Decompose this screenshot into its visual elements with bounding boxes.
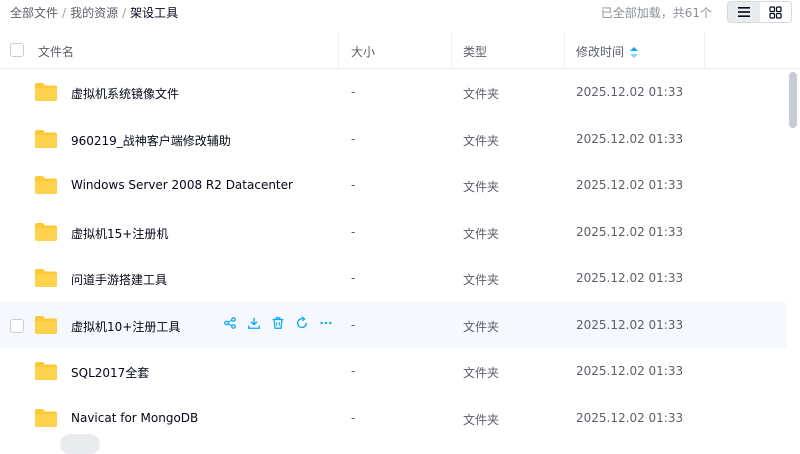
table-row[interactable]: 虚拟机系统镜像文件 - 文件夹 2025.12.02 01:33: [0, 69, 786, 116]
header-name[interactable]: 文件名: [38, 43, 74, 60]
folder-icon: [34, 315, 58, 335]
file-name[interactable]: 问道手游搭建工具: [71, 271, 167, 288]
file-size: -: [351, 85, 356, 99]
header-type[interactable]: 类型: [463, 43, 487, 60]
file-mtime: 2025.12.02 01:33: [576, 317, 684, 332]
file-name[interactable]: SQL2017全套: [71, 364, 149, 381]
file-mtime: 2025.12.02 01:33: [576, 410, 684, 425]
table-row[interactable]: Navicat for MongoDB - 文件夹 2025.12.02 01:33: [0, 395, 786, 442]
file-size: -: [351, 317, 356, 332]
column-divider[interactable]: [704, 32, 705, 68]
more-button[interactable]: [318, 317, 334, 333]
folder-icon: [34, 222, 58, 242]
file-size: -: [351, 178, 356, 192]
top-bar: 全部文件 / 我的资源 / 架设工具 已全部加载，共61个: [0, 0, 800, 24]
folder-icon: [34, 361, 58, 381]
file-mtime: 2025.12.02 01:33: [576, 85, 684, 99]
list-view-icon: [737, 7, 750, 17]
folder-icon: [34, 175, 58, 195]
file-mtime: 2025.12.02 01:33: [576, 224, 684, 239]
header-mtime[interactable]: 修改时间: [576, 43, 639, 60]
table-row[interactable]: SQL2017全套 - 文件夹 2025.12.02 01:33: [0, 348, 786, 395]
folder-icon: [34, 408, 58, 428]
sync-button[interactable]: [294, 316, 310, 333]
breadcrumb: 全部文件 / 我的资源 / 架设工具: [10, 4, 178, 21]
file-type: 文件夹: [463, 87, 500, 101]
file-name[interactable]: 虚拟机系统镜像文件: [71, 85, 179, 102]
file-size: -: [351, 271, 356, 285]
folder-icon: [34, 129, 58, 149]
loaded-status: 已全部加载，共61个: [600, 6, 712, 20]
file-mtime: 2025.12.02 01:33: [576, 271, 684, 285]
folder-icon: [34, 82, 58, 102]
breadcrumb-separator: /: [122, 6, 127, 20]
file-type: 文件夹: [463, 180, 500, 194]
file-list: 虚拟机系统镜像文件 - 文件夹 2025.12.02 01:33 960219_战神客户…: [0, 69, 786, 441]
table-row[interactable]: Windows Server 2008 R2 Datacenter - 文件夹 202…: [0, 162, 786, 209]
file-type: 文件夹: [463, 366, 500, 380]
file-name[interactable]: Navicat for MongoDB: [71, 411, 198, 425]
grid-view-icon: [769, 5, 782, 19]
floating-button[interactable]: [60, 434, 100, 454]
table-row[interactable]: 960219_战神客户端修改辅助 - 文件夹 2025.12.02 01:33: [0, 116, 786, 163]
sort-icon: [630, 47, 639, 58]
file-mtime: 2025.12.02 01:33: [576, 178, 684, 192]
file-name[interactable]: 虚拟机10+注册工具: [71, 318, 180, 335]
row-checkbox[interactable]: [10, 318, 24, 333]
folder-icon: [34, 268, 58, 288]
delete-icon: [271, 316, 285, 333]
download-button[interactable]: [246, 317, 262, 333]
file-size: -: [351, 410, 356, 425]
delete-button[interactable]: [270, 317, 286, 333]
column-divider[interactable]: [338, 32, 339, 68]
list-view-button[interactable]: [728, 2, 760, 22]
table-header: 文件名 大小 类型 修改时间: [0, 32, 800, 69]
select-all-checkbox[interactable]: [10, 43, 24, 57]
more-icon: [319, 316, 333, 333]
breadcrumb-item-current: 架设工具: [130, 6, 179, 20]
breadcrumb-separator: /: [62, 6, 67, 20]
file-type: 文件夹: [463, 412, 500, 427]
row-actions: [222, 316, 334, 333]
view-switch: [727, 1, 792, 23]
header-mtime-label: 修改时间: [576, 45, 625, 59]
file-name[interactable]: 960219_战神客户端修改辅助: [71, 132, 231, 149]
file-mtime: 2025.12.02 01:33: [576, 131, 684, 146]
file-type: 文件夹: [463, 273, 500, 287]
file-size: -: [351, 364, 356, 378]
header-size[interactable]: 大小: [351, 43, 375, 60]
sync-icon: [295, 316, 309, 333]
file-mtime: 2025.12.02 01:33: [576, 364, 684, 378]
file-name[interactable]: Windows Server 2008 R2 Datacenter: [71, 178, 293, 192]
share-icon: [223, 316, 237, 333]
grid-view-button[interactable]: [760, 2, 792, 22]
file-type: 文件夹: [463, 133, 500, 148]
scrollbar-thumb[interactable]: [789, 72, 797, 128]
table-row[interactable]: 虚拟机15+注册机 - 文件夹 2025.12.02 01:33: [0, 209, 786, 256]
breadcrumb-item-my-resources[interactable]: 我的资源: [70, 6, 118, 20]
file-name[interactable]: 虚拟机15+注册机: [71, 225, 168, 242]
share-button[interactable]: [222, 317, 238, 333]
column-divider[interactable]: [564, 32, 565, 68]
table-row[interactable]: 虚拟机10+注册工具 - 文件夹 2025.12.02 01:33: [0, 301, 786, 348]
breadcrumb-item-all-files[interactable]: 全部文件: [10, 6, 58, 20]
column-divider[interactable]: [451, 32, 452, 68]
file-size: -: [351, 131, 356, 146]
table-row[interactable]: 问道手游搭建工具 - 文件夹 2025.12.02 01:33: [0, 255, 786, 302]
download-icon: [247, 316, 261, 333]
file-type: 文件夹: [463, 226, 500, 241]
file-size: -: [351, 224, 356, 239]
file-type: 文件夹: [463, 319, 500, 334]
